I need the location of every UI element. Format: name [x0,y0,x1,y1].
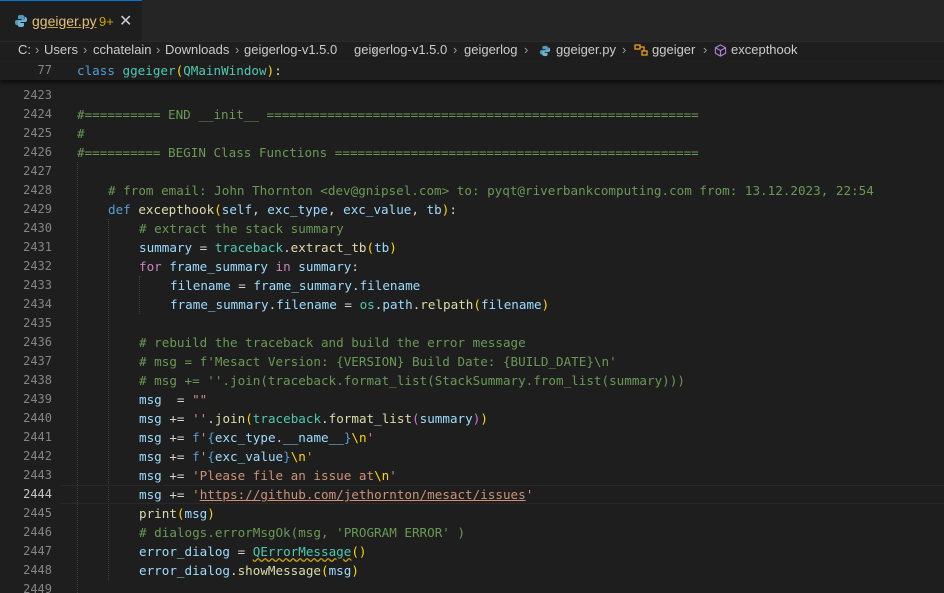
breadcrumb-separator: › [524,42,529,57]
tab-ggeiger-py[interactable]: ggeiger.py 9+ ✕ [0,0,142,41]
breadcrumb-separator: › [453,42,458,57]
code-line-2437: 2437 # msg = f'Mesact Version: {VERSION}… [23,354,617,369]
code-line-2431: 2431 summary = traceback.extract_tb(tb) [23,240,397,255]
code-line-2433: 2433 filename = frame_summary.filename [23,278,421,293]
code-line-2438: 2438 # msg += ''.join(traceback.format_l… [23,373,685,388]
code-line-2440: 2440 msg += ''.join(traceback.format_lis… [23,411,488,426]
sticky-scroll-header[interactable]: 77 class ggeiger(QMainWindow): [0,60,944,80]
code-line-2443: 2443 msg += 'Please file an issue at\n' [23,468,397,483]
breadcrumb-separator: › [235,42,240,57]
code-line-2442: 2442 msg += f'{exc_value}\n' [23,449,314,464]
breadcrumb-method[interactable]: excepthook [731,42,798,57]
code-line-2424: 2424 #========== END __init__ ==========… [23,107,699,122]
method-symbol-icon [714,44,727,57]
breadcrumb-users[interactable]: Users [44,42,78,57]
code-line-2423: 2423 [23,88,52,102]
breadcrumb-separator: › [622,42,627,57]
code-line-2441: 2441 msg += f'{exc_type.__name__}\n' [23,430,375,445]
code-line-2444: 2444 msg += 'https://github.com/jethornt… [23,487,534,502]
code-line-2436: 2436 # rebuild the traceback and build t… [23,335,526,350]
code-editor[interactable]: 2423 2424 #========== END __init__ =====… [0,86,944,593]
code-line-2434: 2434 frame_summary.filename = os.path.re… [23,297,550,312]
code-line-2439: 2439 msg = "" [23,392,208,407]
breadcrumb-downloads[interactable]: Downloads [165,42,229,57]
breadcrumb-separator: › [35,42,40,57]
code-line-2425: 2425 # [23,126,85,141]
breadcrumb-separator: › [156,42,161,57]
problems-badge: 9+ [99,14,114,29]
code-line-2448: 2448 error_dialog.showMessage(msg) [23,563,359,578]
breadcrumb: C: › Users › cchatelain › Downloads › ge… [0,41,944,60]
breadcrumb-user[interactable]: cchatelain [93,42,152,57]
code-line-2432: 2432 for frame_summary in summary: [23,259,359,274]
github-issues-link[interactable]: https://github.com/jethornton/mesact/iss… [200,487,526,502]
code-line-2427: 2427 [23,164,52,178]
breadcrumb-class[interactable]: ggeiger [652,42,695,57]
breadcrumb-separator: › [703,42,708,57]
code-line-2446: 2446 # dialogs.errorMsgOk(msg, 'PROGRAM … [23,525,466,540]
breadcrumb-file[interactable]: ggeiger.py [556,42,616,57]
breadcrumb-separator: › [83,42,88,57]
breadcrumb-folder-2[interactable]: geigerlog-v1.5.0 [354,42,447,57]
breadcrumb-folder-3[interactable]: geigerlog [464,42,518,57]
code-line-2429: 2429 def excepthook(self, exc_type, exc_… [23,202,457,217]
code-line-2428: 2428 # from email: John Thornton <dev@gn… [23,183,874,198]
code-line-2435: 2435 [23,316,52,330]
breadcrumb-folder-1[interactable]: geigerlog-v1.5.0 [244,42,337,57]
tab-filename: ggeiger.py [32,13,97,29]
code-line-2445: 2445 print(msg) [23,506,215,521]
code-line-2449: 2449 [23,582,52,593]
code-line-2430: 2430 # extract the stack summary [23,221,344,236]
code-line-2447: 2447 error_dialog = QErrorMessage() [23,544,367,559]
breadcrumb-drive[interactable]: C: [18,42,31,57]
close-tab-icon[interactable]: ✕ [119,11,132,31]
code-line-2426: 2426 #========== BEGIN Class Functions =… [23,145,699,160]
editor-tab-bar: ggeiger.py 9+ ✕ [0,0,944,42]
line-number: 77 [37,63,52,77]
python-file-icon [539,45,551,57]
warning-squiggle[interactable]: QErrorMessage [253,544,352,559]
class-symbol-icon [634,44,648,56]
code-line: class ggeiger(QMainWindow): [77,63,282,78]
python-file-icon [15,15,27,27]
